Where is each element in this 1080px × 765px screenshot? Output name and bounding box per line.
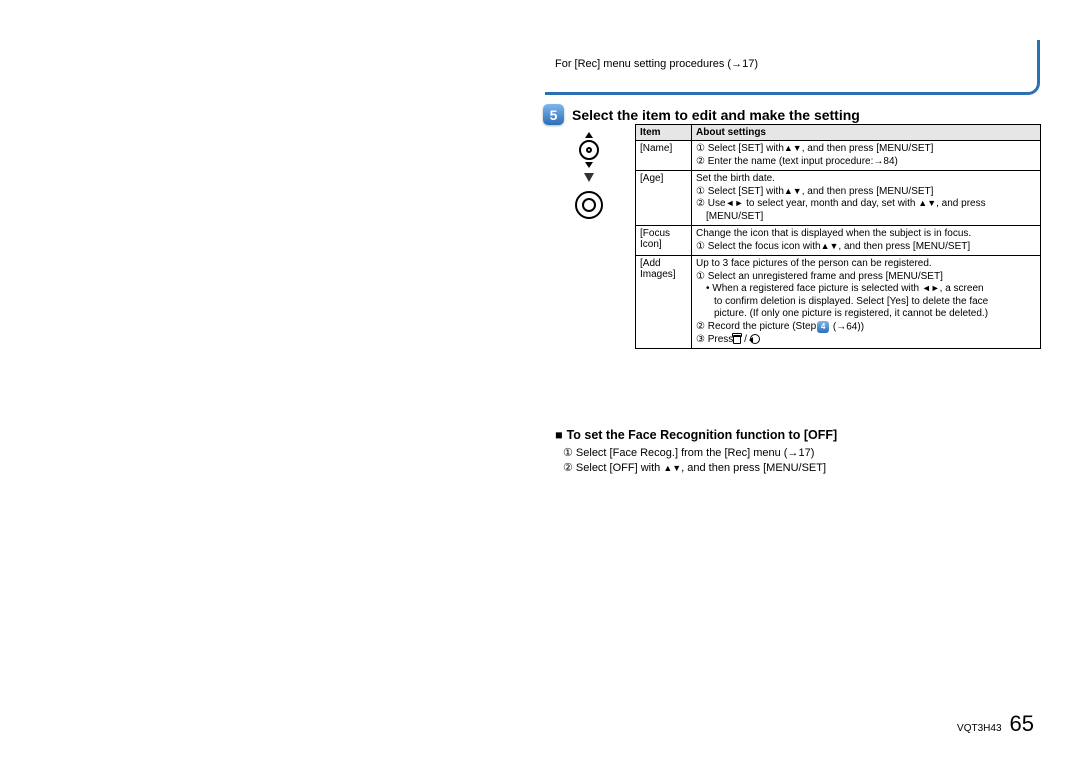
up-down-icon: ▲▼ — [918, 198, 936, 209]
cell-about: Set the birth date. ① Select [SET] with … — [692, 171, 1041, 226]
step4-badge-icon: 4 — [817, 321, 829, 333]
up-down-icon: ▲▼ — [821, 241, 839, 252]
th-about: About settings — [692, 125, 1041, 141]
trash-icon — [733, 335, 741, 344]
dpad-updown-icon — [572, 133, 606, 167]
top-note-suffix: ) — [754, 58, 758, 70]
footer: VQT3H43 65 — [957, 711, 1034, 737]
up-down-icon: ▲▼ — [784, 186, 802, 197]
cell-item: [AddImages] — [636, 256, 692, 349]
cell-about: Up to 3 face pictures of the person can … — [692, 256, 1041, 349]
th-item: Item — [636, 125, 692, 141]
cell-about: Change the icon that is displayed when t… — [692, 226, 1041, 256]
table-row: [FocusIcon] Change the icon that is disp… — [636, 226, 1041, 256]
table-row: [Age] Set the birth date. ① Select [SET]… — [636, 171, 1041, 226]
step-row: 5 Select the item to edit and make the s… — [543, 104, 860, 125]
cell-item: [Name] — [636, 141, 692, 171]
left-right-icon: ◄► — [922, 283, 940, 294]
settings-table: Item About settings [Name] ① Select [SET… — [635, 124, 1041, 349]
step-number: 5 — [543, 104, 564, 125]
table-row: [AddImages] Up to 3 face pictures of the… — [636, 256, 1041, 349]
table-row: [Name] ① Select [SET] with ▲▼, and then … — [636, 141, 1041, 171]
sub-list: ① Select [Face Recog.] from the [Rec] me… — [563, 446, 826, 476]
down-arrow-icon — [584, 173, 594, 182]
cell-item: [FocusIcon] — [636, 226, 692, 256]
page: For [Rec] menu setting procedures (→17) … — [0, 0, 1080, 765]
top-note-prefix: For [Rec] menu setting procedures ( — [555, 58, 731, 70]
sub-heading: ■To set the Face Recognition function to… — [555, 428, 837, 442]
return-icon — [750, 334, 760, 344]
doc-code: VQT3H43 — [957, 723, 1001, 734]
top-note-ref: →17 — [731, 58, 754, 70]
left-right-icon: ◄► — [726, 198, 744, 209]
cell-item: [Age] — [636, 171, 692, 226]
page-number: 65 — [1010, 711, 1034, 737]
up-down-icon: ▲▼ — [663, 462, 681, 474]
up-down-icon: ▲▼ — [784, 143, 802, 154]
control-diagram — [572, 133, 606, 222]
square-bullet-icon: ■ — [555, 428, 563, 442]
top-note: For [Rec] menu setting procedures (→17) — [555, 58, 758, 70]
cell-about: ① Select [SET] with ▲▼, and then press [… — [692, 141, 1041, 171]
menu-set-button-icon — [572, 188, 606, 222]
step-title: Select the item to edit and make the set… — [572, 107, 860, 123]
step-badge: 5 — [543, 104, 564, 125]
